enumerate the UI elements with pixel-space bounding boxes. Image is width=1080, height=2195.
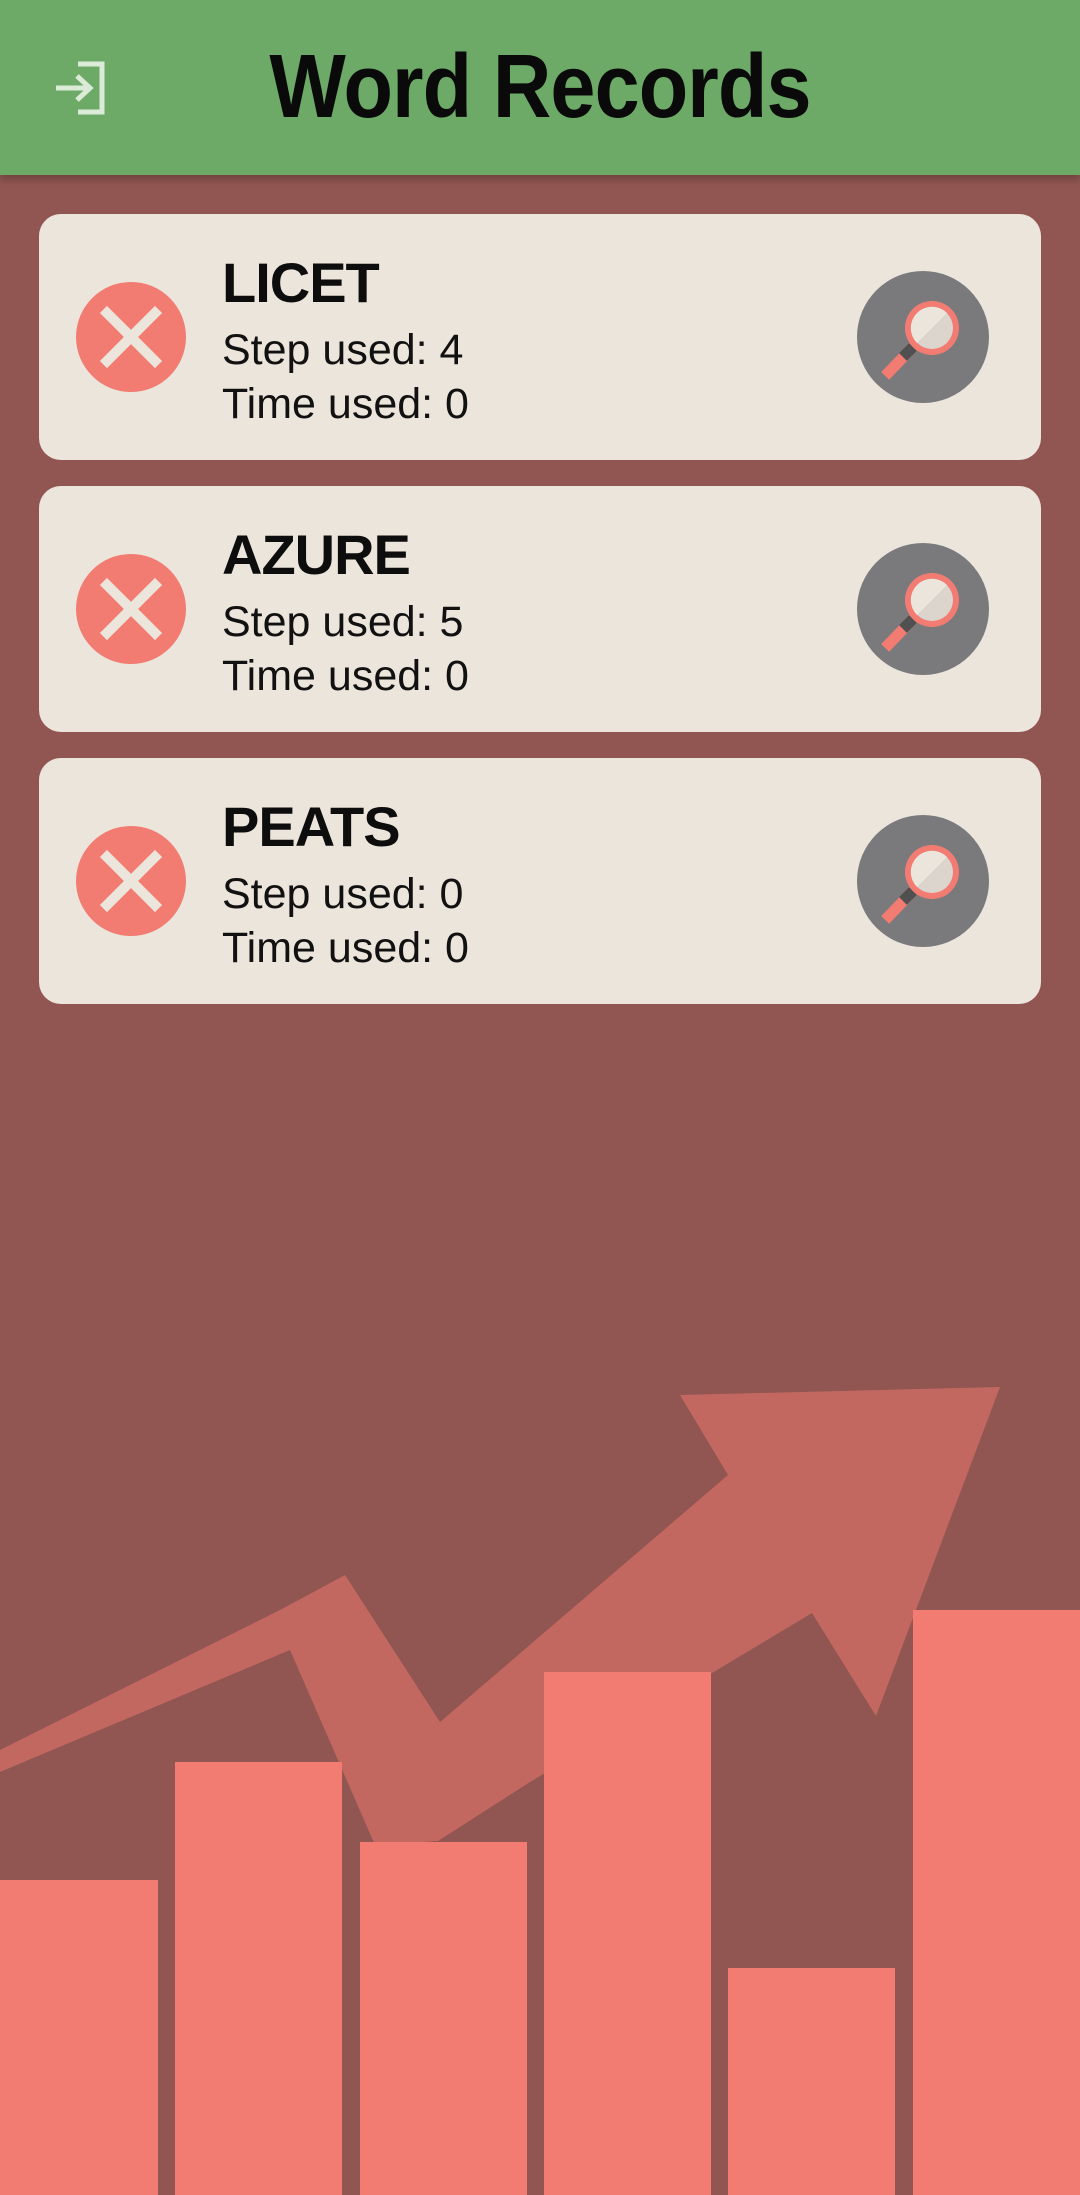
view-record-button[interactable]	[857, 543, 989, 675]
record-steps: Step used: 4	[222, 326, 464, 374]
record-steps: Step used: 5	[222, 598, 464, 646]
chart-bar	[913, 1610, 1080, 2195]
record-word: PEATS	[222, 795, 401, 858]
view-record-button[interactable]	[857, 815, 989, 947]
delete-record-button[interactable]	[76, 826, 186, 936]
close-icon	[99, 577, 163, 641]
view-record-button[interactable]	[857, 271, 989, 403]
record-time: Time used: 0	[222, 652, 469, 700]
chart-bar	[728, 1968, 895, 2195]
record-card: AZURE Step used: 5 Time used: 0	[39, 486, 1041, 732]
trend-arrow	[0, 1387, 1000, 1845]
record-time: Time used: 0	[222, 924, 469, 972]
close-icon	[99, 305, 163, 369]
record-card: LICET Step used: 4 Time used: 0	[39, 214, 1041, 460]
close-icon	[99, 849, 163, 913]
chart-bar	[175, 1762, 342, 2195]
magnifier-icon	[881, 573, 959, 652]
record-steps: Step used: 0	[222, 870, 464, 918]
record-list: LICET Step used: 4 Time used: 0 AZURE St…	[39, 214, 1041, 1030]
app-bar: Word Records	[0, 0, 1080, 175]
delete-record-button[interactable]	[76, 282, 186, 392]
chart-bar	[360, 1842, 527, 2195]
magnifier-icon	[881, 845, 959, 924]
record-word: AZURE	[222, 523, 411, 586]
chart-bar	[544, 1672, 711, 2195]
delete-record-button[interactable]	[76, 554, 186, 664]
magnifier-icon	[881, 301, 959, 380]
record-card: PEATS Step used: 0 Time used: 0	[39, 758, 1041, 1004]
record-word: LICET	[222, 251, 380, 314]
page-title: Word Records	[269, 37, 811, 137]
record-time: Time used: 0	[222, 380, 469, 428]
chart-bar	[0, 1880, 158, 2195]
